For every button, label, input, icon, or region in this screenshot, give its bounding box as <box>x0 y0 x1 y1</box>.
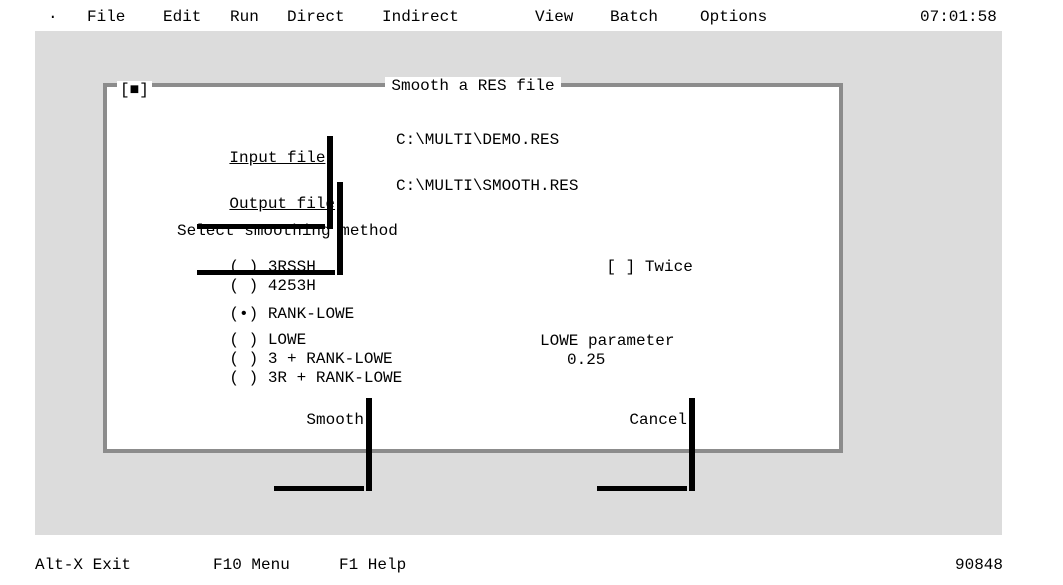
input-file-button-label: Input file <box>229 149 326 167</box>
close-icon[interactable]: [■] <box>117 81 152 99</box>
input-file-path: C:\MULTI\DEMO.RES <box>396 131 560 149</box>
cancel-button[interactable]: Cancel <box>591 393 696 491</box>
output-file-path: C:\MULTI\SMOOTH.RES <box>396 177 579 195</box>
menu-direct[interactable]: Direct <box>287 8 345 26</box>
lowe-parameter-input[interactable]: 0.25 <box>567 351 605 369</box>
clock: 07:01:58 <box>920 8 997 26</box>
twice-checkbox[interactable]: [ ] Twice <box>568 240 693 294</box>
menu-edit[interactable]: Edit <box>163 8 201 26</box>
memory-counter: 90848 <box>955 556 1004 574</box>
menu-options[interactable]: Options <box>700 8 767 26</box>
smooth-button-label: Smooth <box>306 411 365 429</box>
lowe-parameter-label: LOWE parameter <box>540 332 675 350</box>
system-menu-icon[interactable]: · <box>48 8 58 26</box>
menu-batch[interactable]: Batch <box>610 8 658 26</box>
radio-marker: ( ) <box>229 369 259 387</box>
status-alt-x-exit[interactable]: Alt-X Exit <box>35 556 131 574</box>
checkbox-marker: [ ] <box>606 258 636 276</box>
smooth-dialog: [■] Smooth a RES file Input file C:\MULT… <box>103 77 843 491</box>
menu-indirect[interactable]: Indirect <box>382 8 459 26</box>
method-group-label: Select smoothing method <box>177 222 398 240</box>
menu-file[interactable]: File <box>87 8 125 26</box>
menu-run[interactable]: Run <box>230 8 259 26</box>
menu-view[interactable]: View <box>535 8 573 26</box>
button-shadow <box>274 486 365 491</box>
status-f10-menu[interactable]: F10 Menu <box>213 556 290 574</box>
button-shadow <box>597 486 688 491</box>
cancel-button-label: Cancel <box>629 411 688 429</box>
button-shadow <box>366 398 373 491</box>
button-shadow <box>689 398 696 491</box>
radio-label: 3R + RANK-LOWE <box>267 369 403 387</box>
status-f1-help[interactable]: F1 Help <box>339 556 406 574</box>
checkbox-label: Twice <box>644 258 693 276</box>
output-file-button-label: Output file <box>229 195 336 213</box>
smooth-button[interactable]: Smooth <box>268 393 373 491</box>
dialog-title: Smooth a RES file <box>385 77 561 95</box>
